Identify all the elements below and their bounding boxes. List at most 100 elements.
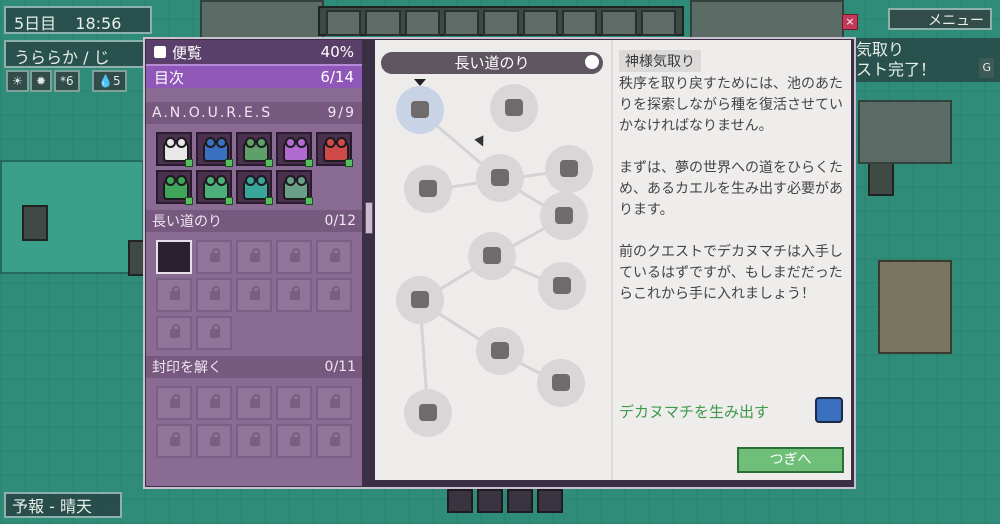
quest-node[interactable] [468, 232, 516, 280]
time-label: 18:56 [75, 14, 122, 33]
tool-slot[interactable] [404, 10, 440, 36]
owned-marker [305, 159, 313, 167]
locked-slot[interactable] [236, 424, 272, 458]
locked-slot[interactable] [236, 240, 272, 274]
locked-slot[interactable] [156, 278, 192, 312]
frog-slot[interactable] [276, 132, 313, 167]
ruin-pillar [878, 260, 952, 354]
section-count: 9/9 [327, 105, 356, 121]
quest-slot-active[interactable] [156, 240, 192, 274]
frog-grid [146, 124, 362, 210]
owned-marker [225, 159, 233, 167]
quest-node[interactable] [476, 154, 524, 202]
tool-slot[interactable] [561, 10, 598, 36]
tool-slot[interactable] [326, 10, 362, 36]
menu-button[interactable]: メニュー [888, 8, 992, 30]
quest-objective: デカヌマチを生み出す [619, 403, 770, 421]
locked-slot[interactable] [316, 386, 352, 420]
journal-sidebar: 便覧 40% 目次 6/14 A.N.O.U.R.E.S 9/9 長い道のり 0… [146, 40, 362, 486]
map-title-label: 長い道のり [454, 54, 530, 72]
locked-slot[interactable] [196, 240, 232, 274]
quest-node[interactable] [540, 192, 588, 240]
locked-slot[interactable] [276, 386, 312, 420]
blue-frog-icon [815, 397, 843, 423]
locked-slot[interactable] [276, 240, 312, 274]
frog-slot[interactable] [316, 132, 353, 167]
quest-node[interactable] [404, 165, 452, 213]
quest-node[interactable] [545, 145, 593, 193]
section-count: 0/11 [324, 359, 356, 375]
locked-slot[interactable] [196, 424, 232, 458]
toc-row[interactable]: 目次 6/14 [146, 64, 362, 88]
frog-slot[interactable] [276, 170, 313, 205]
day-label: 5日目 [14, 14, 57, 33]
stone-wall [690, 0, 844, 40]
quest-node[interactable] [476, 327, 524, 375]
section-header-unseal[interactable]: 封印を解く 0/11 [146, 356, 362, 378]
frog-slot[interactable] [156, 170, 193, 205]
hotbar-slot[interactable] [537, 489, 563, 513]
locked-slot[interactable] [276, 278, 312, 312]
quest-tracker-key: G [979, 58, 994, 78]
tool-slot[interactable] [483, 10, 519, 36]
locked-slot[interactable] [316, 424, 352, 458]
quest-node[interactable] [396, 276, 444, 324]
locked-slot[interactable] [156, 424, 192, 458]
quest-node[interactable] [404, 389, 452, 437]
owned-marker [185, 197, 193, 205]
day-time-display: 5日目 18:56 [4, 6, 152, 34]
tool-slot[interactable] [443, 10, 480, 36]
frog-slot[interactable] [196, 132, 233, 167]
toc-count: 6/14 [320, 68, 354, 86]
close-icon[interactable]: × [842, 14, 858, 30]
tool-slot[interactable] [601, 10, 637, 36]
tool-bar [318, 6, 684, 36]
quest-node[interactable] [490, 84, 538, 132]
hotbar-slot[interactable] [507, 489, 533, 513]
locked-slot[interactable] [156, 316, 192, 350]
section-header-anoures[interactable]: A.N.O.U.R.E.S 9/9 [146, 102, 362, 124]
sun-icon: ☀ [6, 70, 29, 92]
quest-node[interactable] [537, 359, 585, 407]
owned-marker [305, 197, 313, 205]
owned-marker [265, 197, 273, 205]
hotbar [447, 489, 565, 513]
next-button[interactable]: つぎへ [737, 447, 844, 473]
weather-display: うららか / じ [4, 40, 152, 68]
locked-slot[interactable] [156, 386, 192, 420]
tool-slot[interactable] [522, 10, 558, 36]
section-name: 長い道のり [152, 214, 222, 230]
toc-label: 目次 [154, 68, 185, 87]
section-header-long-road[interactable]: 長い道のり 0/12 [146, 210, 362, 232]
journal-title: 便覧 [172, 43, 203, 62]
frog-slot[interactable] [196, 170, 233, 205]
journal-header: 便覧 40% [146, 40, 362, 64]
quest-tracker-line1: 気取り [856, 40, 905, 59]
locked-slot[interactable] [236, 278, 272, 312]
counter-a: *6 [54, 70, 80, 92]
owned-marker [265, 159, 273, 167]
locked-slot[interactable] [316, 240, 352, 274]
selection-arrow-icon [414, 79, 426, 86]
tree-stump [22, 205, 48, 241]
locked-slot[interactable] [196, 386, 232, 420]
frog-slot[interactable] [236, 132, 273, 167]
quest-node[interactable] [538, 262, 586, 310]
tool-slot[interactable] [640, 10, 676, 36]
quest-node[interactable] [396, 86, 444, 134]
locked-slot[interactable] [196, 316, 232, 350]
frog-slot[interactable] [236, 170, 273, 205]
sidebar-scrollbar[interactable] [365, 202, 373, 234]
unseal-grid [146, 378, 362, 464]
hotbar-slot[interactable] [477, 489, 503, 513]
locked-slot[interactable] [276, 424, 312, 458]
frog-slot[interactable] [156, 132, 193, 167]
quest-grid [146, 232, 362, 356]
locked-slot[interactable] [236, 386, 272, 420]
locked-slot[interactable] [196, 278, 232, 312]
ruin-block [858, 100, 952, 164]
hotbar-slot[interactable] [447, 489, 473, 513]
owned-marker [345, 159, 353, 167]
tool-slot[interactable] [365, 10, 401, 36]
locked-slot[interactable] [316, 278, 352, 312]
